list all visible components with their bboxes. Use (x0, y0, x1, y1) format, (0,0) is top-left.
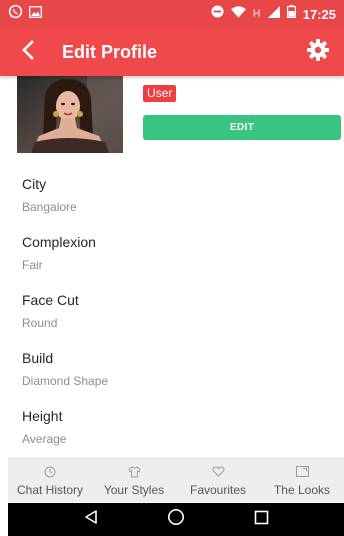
system-recents-button[interactable] (246, 505, 276, 535)
field-value: Fair (22, 258, 43, 272)
field-value: Diamond Shape (22, 374, 109, 388)
status-system: H 17:25 (211, 5, 336, 23)
system-back-button[interactable] (76, 505, 106, 535)
clock-icon (44, 465, 56, 478)
field-city[interactable]: City Bangalore (22, 174, 322, 232)
page-title: Edit Profile (62, 41, 158, 62)
field-value: Bangalore (22, 200, 77, 214)
bottom-tab-bar: Chat History Your Styles Favourites The … (8, 458, 344, 502)
shirt-icon (127, 465, 141, 478)
field-label: City (22, 176, 47, 192)
tab-your-styles[interactable]: Your Styles (92, 459, 176, 502)
picture-icon (295, 465, 309, 478)
field-face-cut[interactable]: Face Cut Round (22, 290, 322, 348)
tab-the-looks[interactable]: The Looks (260, 459, 344, 502)
status-notifications (8, 4, 42, 24)
signal-icon (267, 5, 280, 23)
field-label: Height (22, 408, 63, 424)
do-not-disturb-icon (211, 5, 224, 23)
square-recents-icon (254, 510, 269, 530)
tab-label: Chat History (16, 483, 84, 497)
heart-icon (211, 465, 225, 478)
circle-home-icon (167, 508, 185, 531)
field-label: Complexion (22, 234, 96, 250)
field-label: Face Cut (22, 292, 79, 308)
triangle-back-icon (83, 509, 99, 530)
system-home-button[interactable] (161, 505, 191, 535)
field-height[interactable]: Height Average (22, 406, 322, 464)
tab-label: Favourites (189, 483, 247, 497)
tab-label: The Looks (273, 483, 331, 497)
gallery-icon (29, 5, 42, 23)
profile-photo[interactable] (17, 76, 123, 153)
network-type-label: H (252, 8, 261, 20)
settings-button[interactable] (296, 28, 340, 76)
role-badge: User (143, 85, 177, 102)
system-navigation-bar (8, 503, 344, 536)
app-toolbar: Edit Profile (0, 28, 344, 76)
tab-chat-history[interactable]: Chat History (8, 459, 92, 502)
field-value: Round (22, 316, 58, 330)
tab-label: Your Styles (103, 483, 165, 497)
field-complexion[interactable]: Complexion Fair (22, 232, 322, 290)
status-bar: H 17:25 (0, 0, 344, 28)
chevron-left-icon (21, 39, 35, 65)
whatsapp-icon (8, 4, 23, 24)
status-time: 17:25 (302, 6, 336, 22)
profile-fields: City Bangalore Complexion Fair Face Cut … (22, 174, 322, 464)
battery-icon (286, 5, 296, 23)
gear-icon (306, 38, 330, 67)
edit-button[interactable]: EDIT (143, 115, 341, 140)
back-button[interactable] (6, 28, 50, 76)
field-value: Average (22, 432, 67, 446)
tab-favourites[interactable]: Favourites (176, 459, 260, 502)
wifi-icon (230, 5, 246, 23)
field-build[interactable]: Build Diamond Shape (22, 348, 322, 406)
field-label: Build (22, 350, 54, 366)
